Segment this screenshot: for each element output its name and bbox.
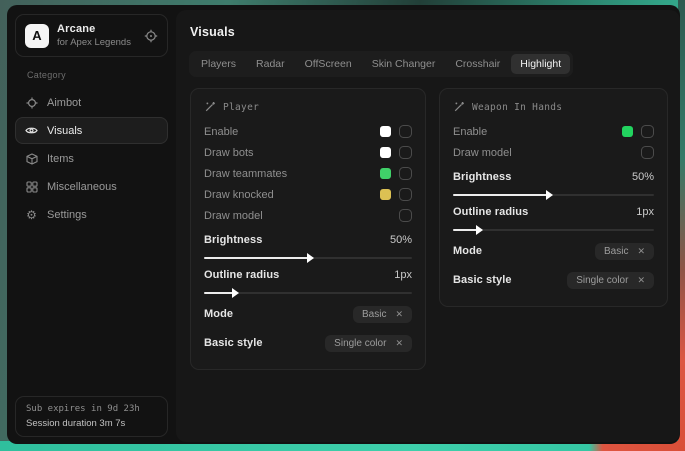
chip-value: Single color [576,275,628,286]
color-swatch[interactable] [380,126,391,137]
panel-title: Weapon In Hands [472,102,562,113]
setting-row-enable: Enable [453,121,654,142]
slider-track[interactable] [453,229,654,231]
setting-row-draw-model: Draw model [204,205,412,226]
wand-icon [204,101,216,113]
setting-row-mode: Mode Basic ✕ [453,238,654,264]
panel-weapon-in-hands: Weapon In Hands Enable Draw model [439,88,668,307]
wand-icon [453,101,465,113]
checkbox[interactable] [399,146,412,159]
remove-icon[interactable]: ✕ [395,338,403,349]
tab-highlight[interactable]: Highlight [511,54,570,74]
panel-title: Player [223,102,259,113]
grid-icon [25,181,38,193]
scope-icon[interactable] [144,29,158,43]
remove-icon[interactable]: ✕ [637,275,645,286]
setting-row-draw-teammates: Draw teammates [204,163,412,184]
sidebar-spacer [13,229,170,396]
basic-style-chip[interactable]: Single color ✕ [567,272,654,289]
page-title: Visuals [190,25,668,39]
tab-radar[interactable]: Radar [247,54,294,74]
slider-track[interactable] [453,194,654,196]
checkbox[interactable] [641,146,654,159]
color-swatch[interactable] [380,147,391,158]
setting-row-draw-knocked: Draw knocked [204,184,412,205]
remove-icon[interactable]: ✕ [637,246,645,257]
tab-offscreen[interactable]: OffScreen [296,54,361,74]
setting-row-basic-style: Basic style Single color ✕ [204,330,412,356]
slider-thumb[interactable] [546,190,553,200]
mode-chip[interactable]: Basic ✕ [353,306,412,323]
setting-row-enable: Enable [204,121,412,142]
tab-players[interactable]: Players [192,54,245,74]
screen: A Arcane for Apex Legends Category [0,0,685,451]
color-swatch[interactable] [380,189,391,200]
slider-brightness: Brightness 50% [204,231,412,259]
sidebar-item-items[interactable]: Items [15,145,168,172]
sidebar-item-label: Visuals [47,125,82,137]
setting-row-draw-bots: Draw bots [204,142,412,163]
app-name: Arcane [57,23,136,35]
slider-track[interactable] [204,257,412,259]
tab-skin-changer[interactable]: Skin Changer [363,54,445,74]
checkbox[interactable] [641,125,654,138]
mode-chip[interactable]: Basic ✕ [595,243,654,260]
checkbox[interactable] [399,167,412,180]
sidebar-item-label: Items [47,153,74,165]
slider-value: 1px [636,206,654,218]
setting-row-mode: Mode Basic ✕ [204,301,412,327]
session-duration-text: Session duration 3m 7s [26,418,157,429]
slider-outline-radius: Outline radius 1px [453,203,654,231]
sub-expiry-text: Sub expires in 9d 23h [26,404,157,414]
main-content: Visuals Players Radar OffScreen Skin Cha… [176,10,680,442]
app-header-text: Arcane for Apex Legends [57,23,136,48]
chip-value: Single color [334,338,386,349]
slider-value: 50% [390,234,412,246]
remove-icon[interactable]: ✕ [395,309,403,320]
slider-brightness: Brightness 50% [453,168,654,196]
slider-track[interactable] [204,292,412,294]
category-label: Category [27,70,170,80]
sidebar-item-label: Aimbot [47,97,81,109]
sidebar-item-label: Settings [47,209,87,221]
setting-row-basic-style: Basic style Single color ✕ [453,267,654,293]
checkbox[interactable] [399,209,412,222]
crosshair-icon [25,97,38,109]
gear-icon: ⚙ [25,208,38,222]
chip-value: Basic [362,309,386,320]
sidebar-nav: Aimbot Visuals [13,88,170,229]
panel-weapon-header: Weapon In Hands [453,101,654,113]
slider-value: 1px [394,269,412,281]
sidebar-item-label: Miscellaneous [47,181,117,193]
chip-value: Basic [604,246,628,257]
basic-style-chip[interactable]: Single color ✕ [325,335,412,352]
sidebar-item-aimbot[interactable]: Aimbot [15,89,168,116]
slider-thumb[interactable] [307,253,314,263]
app-header-card: A Arcane for Apex Legends [15,14,168,57]
slider-thumb[interactable] [476,225,483,235]
slider-value: 50% [632,171,654,183]
tab-bar: Players Radar OffScreen Skin Changer Cro… [189,51,573,77]
checkbox[interactable] [399,125,412,138]
color-swatch[interactable] [622,126,633,137]
app-window: A Arcane for Apex Legends Category [7,5,680,444]
eye-icon [25,124,38,137]
app-subtitle: for Apex Legends [57,37,136,48]
slider-thumb[interactable] [232,288,239,298]
app-logo: A [25,24,49,48]
sidebar: A Arcane for Apex Legends Category [7,5,176,444]
sidebar-item-visuals[interactable]: Visuals [15,117,168,144]
package-icon [25,153,38,165]
subscription-card: Sub expires in 9d 23h Session duration 3… [15,396,168,437]
setting-row-draw-model: Draw model [453,142,654,163]
panels-area: Player Enable Draw bots [189,88,668,370]
sidebar-item-settings[interactable]: ⚙ Settings [15,201,168,228]
panel-player: Player Enable Draw bots [190,88,426,370]
sidebar-item-miscellaneous[interactable]: Miscellaneous [15,173,168,200]
slider-outline-radius: Outline radius 1px [204,266,412,294]
color-swatch[interactable] [380,168,391,179]
panel-player-header: Player [204,101,412,113]
tab-crosshair[interactable]: Crosshair [446,54,509,74]
checkbox[interactable] [399,188,412,201]
